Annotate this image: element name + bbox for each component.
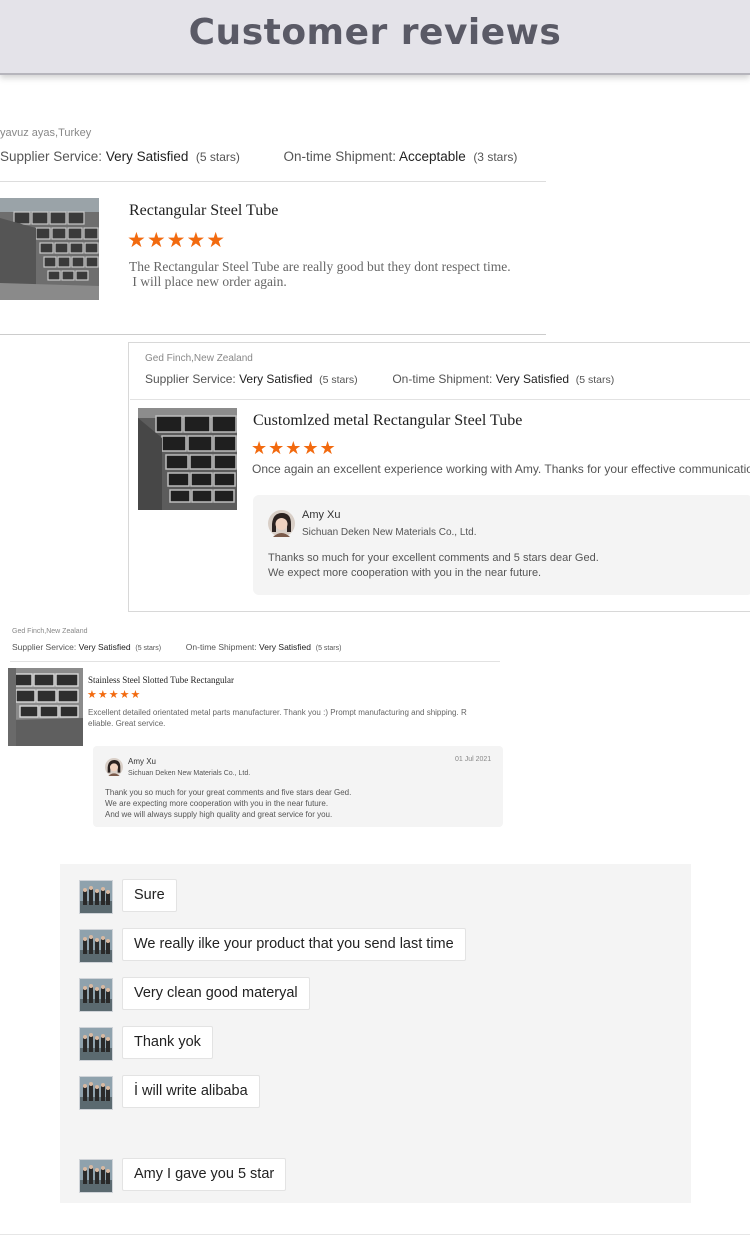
shipment-stars: (5 stars) [575,374,615,386]
reply-date: 01 Jul 2021 [455,756,492,763]
reply-line: And we will always supply high quality a… [105,810,333,819]
chat-avatar [79,978,113,1012]
reviewer-name: yavuz ayas,Turkey [0,127,92,139]
chat-message: Thank yok [122,1026,213,1059]
shipment-value: Acceptable [399,149,466,164]
header-banner: Customer reviews [0,0,750,75]
product-title: Customlzed metal Rectangular Steel Tube [253,412,523,429]
rating-stars: ★★★★★ [127,229,227,252]
divider [10,661,500,662]
supplier-service-value: Very Satisfied [78,642,131,652]
avatar [105,758,123,776]
shipment-stars: (5 stars) [315,645,342,652]
supplier-service-label: Supplier Service: [12,642,77,652]
rating-stars: ★★★★★ [251,438,337,458]
shipment-label: On-time Shipment: [392,372,493,386]
review-comment-line: I will place new order again. [129,274,287,289]
chat-avatar [79,1159,113,1193]
reviewer-name: Ged Finch,New Zealand [12,628,88,635]
shipment-label: On-time Shipment: [185,642,257,652]
reply-author: Amy Xu [302,509,341,521]
shipment-label: On-time Shipment: [283,149,396,164]
review-comment-line: eliable. Great service. [88,719,166,728]
chat-message: Sure [122,879,177,912]
divider [130,399,750,400]
reply-line: Thanks so much for your excellent commen… [268,552,599,564]
page-title: Customer reviews [188,12,562,53]
supplier-service-label: Supplier Service: [0,149,103,164]
reply-line: Thank you so much for your great comment… [105,788,352,797]
reply-company: Sichuan Deken New Materials Co., Ltd. [128,770,251,777]
reply-company: Sichuan Deken New Materials Co., Ltd. [302,527,477,538]
chat-message: Very clean good materyal [122,977,310,1010]
reply-text: Thank you so much for your great comment… [105,787,351,820]
product-image [0,198,99,300]
supplier-service-stars: (5 stars) [319,374,358,386]
reply-text: Thanks so much for your excellent commen… [268,551,599,581]
chat-message: We really ilke your product that you sen… [122,928,466,961]
supplier-service-stars: (5 stars) [195,150,240,164]
review-comment-line: Excellent detailed orientated metal part… [88,708,467,717]
supplier-service-stars: (5 stars) [135,645,162,652]
chat-avatar [79,1027,113,1061]
reviewer-name: Ged Finch,New Zealand [145,353,253,364]
review-comment: Excellent detailed orientated metal part… [88,707,467,729]
reply-line: We expect more cooperation with you in t… [268,567,542,579]
divider [0,181,546,182]
review-comment-line: The Rectangular Steel Tube are really go… [129,259,511,274]
product-title: Rectangular Steel Tube [129,202,279,219]
supplier-service-value: Very Satisfied [105,149,189,164]
avatar [268,510,295,537]
chat-message: Amy I gave you 5 star [122,1158,287,1191]
shipment-value: Very Satisfied [495,372,570,386]
shipment-stars: (3 stars) [473,150,518,164]
review-ratings: Supplier Service: Very Satisfied (5 star… [0,149,517,164]
divider [0,334,546,335]
review-ratings: Supplier Service: Very Satisfied (5 star… [145,372,614,386]
product-image [8,668,83,746]
supplier-service-label: Supplier Service: [145,372,236,386]
review-comment: The Rectangular Steel Tube are really go… [129,259,511,289]
product-image [138,408,237,510]
supplier-service-value: Very Satisfied [239,372,313,386]
review-comment: Once again an excellent experience worki… [252,462,750,476]
reply-author: Amy Xu [128,757,157,766]
shipment-value: Very Satisfied [259,642,312,652]
rating-stars: ★★★★★ [87,689,142,701]
chat-avatar [79,929,113,963]
product-title: Stainless Steel Slotted Tube Rectangular [88,675,234,685]
chat-message: İ will write alibaba [122,1075,260,1108]
divider [0,1234,750,1235]
reply-line: We are expecting more cooperation with y… [105,799,329,808]
chat-avatar [79,880,113,914]
review-ratings: Supplier Service: Very Satisfied (5 star… [12,642,341,652]
chat-avatar [79,1076,113,1110]
